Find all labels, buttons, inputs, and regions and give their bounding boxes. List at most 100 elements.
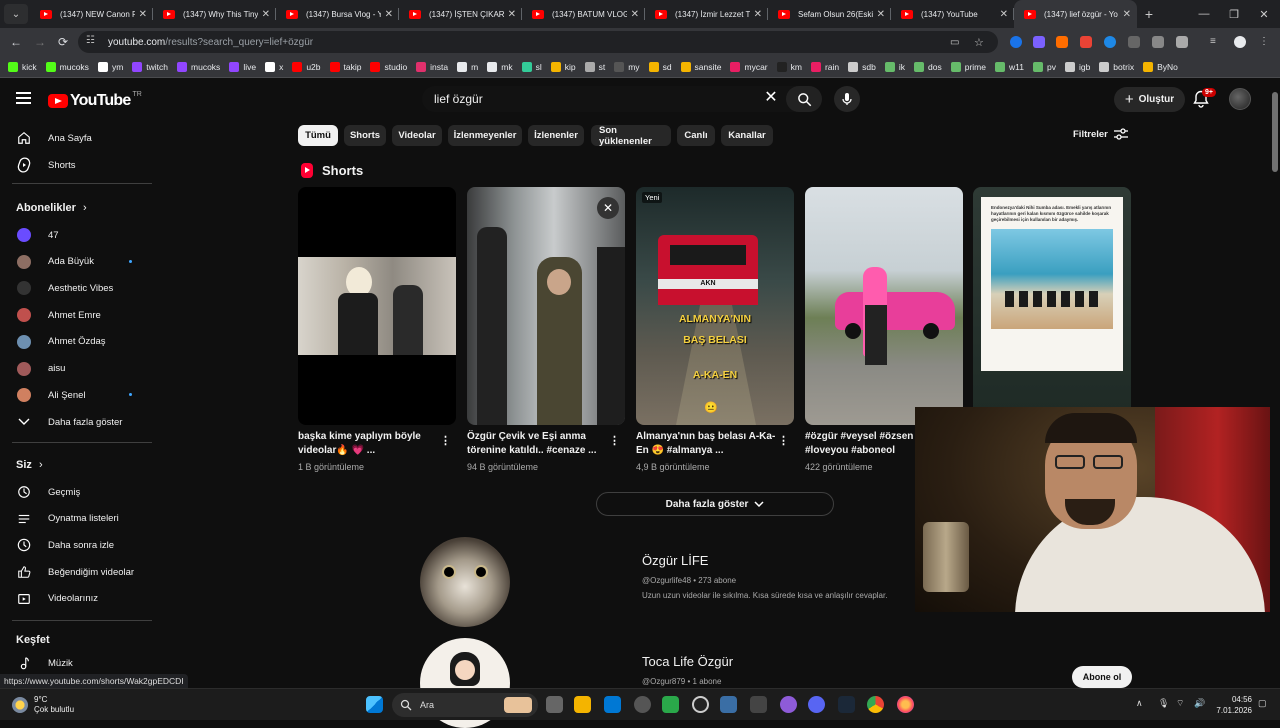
bookmark-item[interactable]: rain — [810, 61, 839, 72]
short-thumbnail-1[interactable] — [298, 187, 456, 425]
channel-name[interactable]: Toca Life Özgür — [642, 654, 733, 669]
bookmark-item[interactable]: w11 — [995, 61, 1024, 72]
more-actions-icon[interactable]: ⋮ — [609, 435, 620, 447]
sidebar-item[interactable]: Ada Büyük — [0, 249, 160, 275]
bookmark-item[interactable]: mycar — [730, 61, 768, 72]
back-button[interactable]: ← — [8, 34, 24, 50]
browser-tab[interactable]: (1347) Why This Tiny ✕ — [153, 0, 276, 28]
bookmark-item[interactable]: pv — [1032, 61, 1056, 72]
short-thumbnail-5[interactable]: Endonezya'daki Nihi Sumba adası. Emekli … — [973, 187, 1131, 425]
browser-tab[interactable]: (1347) lief özgür - Yo ✕ — [1014, 0, 1137, 28]
app-circle-icon[interactable] — [692, 696, 709, 713]
bookmark-item[interactable]: ByNo — [1143, 61, 1178, 72]
reload-button[interactable]: ⟳ — [55, 34, 71, 50]
bookmark-item[interactable]: ym — [97, 61, 123, 72]
bookmark-item[interactable]: kip — [550, 61, 576, 72]
filters-button[interactable]: Filtreler — [1073, 128, 1128, 140]
cast-icon[interactable]: ▭ — [950, 37, 959, 48]
extension-icon-6[interactable] — [1128, 36, 1140, 48]
subscriptions-header[interactable]: Abonelikler › — [16, 202, 87, 214]
ms-store-icon[interactable] — [604, 696, 621, 713]
bookmark-item[interactable]: x — [265, 61, 283, 72]
extension-icon-7[interactable] — [1152, 36, 1164, 48]
browser-tab[interactable]: (1347) BATUM VLOG ✕ — [522, 0, 645, 28]
bookmark-item[interactable]: mucoks — [45, 61, 89, 72]
bookmark-item[interactable]: botrix — [1099, 61, 1134, 72]
chrome-icon[interactable] — [867, 696, 884, 713]
firefox-icon[interactable] — [897, 696, 914, 713]
taskbar-search-box[interactable]: Ara — [392, 693, 538, 717]
tab-groups-icon[interactable]: ≡ — [1210, 36, 1222, 48]
app-purple-icon[interactable] — [780, 696, 797, 713]
browser-tab[interactable]: Sefam Olsun 26(Eskiş ✕ — [768, 0, 891, 28]
sidebar-item[interactable]: Daha fazla göster — [0, 409, 160, 435]
bookmark-item[interactable]: sl — [521, 61, 542, 72]
you-header[interactable]: Siz › — [16, 459, 43, 471]
short-thumbnail-2[interactable]: ✕ — [467, 187, 625, 425]
bookmark-item[interactable]: st — [584, 61, 605, 72]
channel-avatar-ozgur-life[interactable] — [420, 537, 510, 627]
filter-chip[interactable]: İzlenmeyenler — [448, 125, 522, 146]
browser-tab[interactable]: (1347) YouTube ✕ — [891, 0, 1014, 28]
bookmark-star-icon[interactable]: ☆ — [974, 36, 984, 49]
more-actions-icon[interactable]: ⋮ — [778, 435, 789, 447]
sidebar-item[interactable]: Daha sonra izle — [0, 532, 160, 558]
discord-icon[interactable] — [808, 696, 825, 713]
bookmark-item[interactable]: dos — [914, 61, 942, 72]
extension-icon-1[interactable] — [1010, 36, 1022, 48]
show-hidden-icons-icon[interactable]: ∧ — [1136, 698, 1143, 709]
bookmark-item[interactable]: u2b — [292, 61, 321, 72]
bookmark-item[interactable]: m — [457, 61, 478, 72]
bookmark-item[interactable]: mk — [487, 61, 513, 72]
account-avatar[interactable] — [1229, 88, 1251, 110]
windows-start-icon[interactable] — [366, 696, 383, 713]
filter-chip[interactable]: Canlı — [677, 125, 715, 146]
subscribe-button[interactable]: Abone ol — [1072, 666, 1132, 688]
forward-button[interactable]: → — [32, 34, 48, 50]
address-bar[interactable]: ☷ youtube.com/results?search_query=lief+… — [78, 31, 998, 53]
extensions-puzzle-icon[interactable] — [1176, 36, 1188, 48]
close-tab-icon[interactable]: ✕ — [631, 9, 639, 20]
browser-tab[interactable]: (1347) İŞTEN ÇIKARIL ✕ — [399, 0, 522, 28]
close-tab-icon[interactable]: ✕ — [508, 9, 516, 20]
close-tab-icon[interactable]: ✕ — [877, 9, 885, 20]
app-blue-icon[interactable] — [720, 696, 737, 713]
create-button[interactable]: + Oluştur — [1114, 87, 1185, 112]
more-actions-icon[interactable]: ⋮ — [440, 435, 451, 447]
sidebar-item[interactable]: aisu — [0, 356, 160, 382]
browser-tab[interactable]: (1347) NEW Canon P ✕ — [30, 0, 153, 28]
sidebar-item[interactable]: Ahmet Emre — [0, 302, 160, 328]
bookmark-item[interactable]: insta — [416, 61, 448, 72]
filter-chip[interactable]: Shorts — [344, 125, 386, 146]
bookmark-item[interactable]: kick — [8, 61, 37, 72]
menu-icon[interactable]: ⋮ — [1258, 36, 1270, 48]
sidebar-item[interactable]: Beğendiğim videolar — [0, 559, 160, 585]
bookmark-item[interactable]: sdb — [848, 61, 876, 72]
close-tab-icon[interactable]: ✕ — [754, 9, 762, 20]
bookmark-item[interactable]: my — [614, 61, 640, 72]
short-title[interactable]: Özgür Çevik ve Eşi anma törenine katıldı… — [467, 430, 607, 458]
menu-hamburger-icon[interactable] — [16, 92, 31, 104]
bookmark-item[interactable]: studio — [370, 61, 407, 72]
bookmark-item[interactable]: ik — [884, 61, 905, 72]
bookmark-item[interactable]: mucoks — [177, 61, 220, 72]
bookmark-item[interactable]: prime — [950, 61, 986, 72]
filter-chip[interactable]: Kanallar — [721, 125, 773, 146]
search-button[interactable] — [786, 86, 822, 112]
close-tab-icon[interactable]: ✕ — [1000, 9, 1008, 20]
sidebar-item[interactable]: Ahmet Özdaş — [0, 329, 160, 355]
app-arrow-icon[interactable] — [750, 696, 767, 713]
close-tab-icon[interactable]: ✕ — [262, 9, 270, 20]
filter-chip[interactable]: İzlenenler — [528, 125, 584, 146]
tab-search-button[interactable]: ⌄ — [4, 4, 28, 24]
sidebar-item[interactable]: Ali Şenel — [0, 382, 160, 408]
youtube-logo[interactable]: YouTube TR — [48, 91, 142, 110]
sidebar-item[interactable]: Videolarınız — [0, 586, 160, 612]
bookmark-item[interactable]: sd — [648, 61, 672, 72]
bookmark-item[interactable]: twitch — [132, 61, 168, 72]
site-info-icon[interactable]: ☷ — [86, 35, 100, 49]
sidebar-item[interactable]: Ana Sayfa — [0, 125, 160, 151]
close-window-button[interactable]: ✕ — [1246, 0, 1280, 28]
bookmark-item[interactable]: sansite — [680, 61, 721, 72]
settings-gear-icon[interactable] — [634, 696, 651, 713]
